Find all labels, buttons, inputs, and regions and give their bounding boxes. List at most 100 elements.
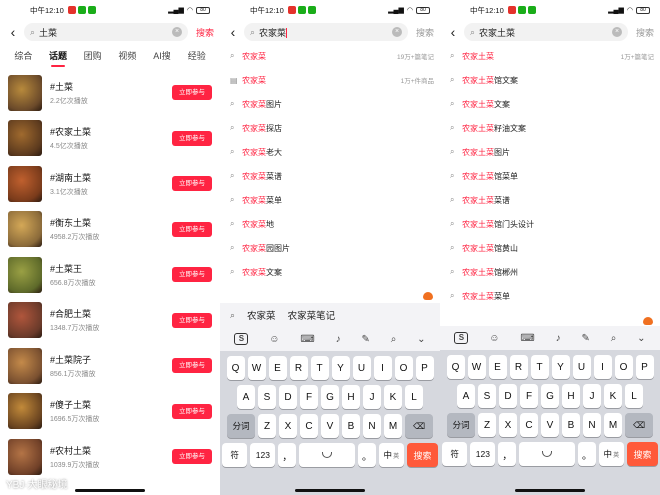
- symbol-key[interactable]: 符: [222, 443, 248, 467]
- suggestion-item[interactable]: ⌕ 农家土菜 文案: [440, 92, 660, 116]
- key-letter[interactable]: W: [467, 355, 486, 379]
- emoji-icon[interactable]: ☺: [269, 334, 279, 345]
- handwriting-icon[interactable]: ✎: [361, 334, 369, 345]
- suggestion-item[interactable]: ⌕ 农家菜 园图片: [220, 236, 440, 260]
- key-letter[interactable]: F: [300, 385, 318, 409]
- comma-key[interactable]: ，: [498, 442, 516, 466]
- segment-key[interactable]: 分词: [227, 414, 255, 438]
- key-letter[interactable]: O: [394, 356, 413, 380]
- emoji-icon[interactable]: ☺: [489, 333, 499, 344]
- key-letter[interactable]: B: [342, 414, 360, 438]
- topic-row[interactable]: #土菜 2.2亿次播放 立即参与: [0, 70, 220, 116]
- key-letter[interactable]: V: [321, 414, 339, 438]
- key-letter[interactable]: Y: [331, 356, 350, 380]
- topic-row[interactable]: #衡东土菜 4958.2万次播放 立即参与: [0, 207, 220, 253]
- handwriting-icon[interactable]: ✎: [581, 333, 589, 344]
- suggestion-item[interactable]: ⌕ 农家土菜 馆文案: [440, 68, 660, 92]
- segment-key[interactable]: 分词: [447, 413, 475, 437]
- key-letter[interactable]: N: [583, 413, 601, 437]
- key-letter[interactable]: S: [478, 384, 496, 408]
- period-key[interactable]: 。: [358, 443, 376, 467]
- suggestion-item[interactable]: ⌕ 农家土菜 馆门头设计: [440, 212, 660, 236]
- key-letter[interactable]: X: [279, 414, 297, 438]
- key-letter[interactable]: Z: [258, 414, 276, 438]
- tab-item[interactable]: 经验: [179, 49, 214, 64]
- suggestion-item[interactable]: ⌕ 农家菜 19万+篇笔记: [220, 44, 440, 68]
- topic-row[interactable]: #土菜院子 856.1万次播放 立即参与: [0, 343, 220, 389]
- join-button[interactable]: 立即参与: [172, 312, 212, 328]
- search-input[interactable]: ⌕ 农家土菜 ×: [464, 23, 628, 41]
- suggestion-item[interactable]: ⌕ 农家土菜 馆郴州: [440, 260, 660, 284]
- candidate-word[interactable]: 农家菜笔记: [288, 308, 336, 322]
- suggestion-item[interactable]: ⌕ 农家菜 文案: [220, 260, 440, 284]
- suggestion-item[interactable]: ⌕ 农家土菜 籽油文案: [440, 116, 660, 140]
- suggestion-item[interactable]: ▤ 农家菜 1万+件商品: [220, 68, 440, 92]
- search-button[interactable]: 搜索: [636, 26, 654, 39]
- key-letter[interactable]: J: [363, 385, 381, 409]
- key-letter[interactable]: R: [509, 355, 528, 379]
- key-letter[interactable]: P: [415, 356, 434, 380]
- topic-row[interactable]: #农村土菜 1039.9万次播放 立即参与: [0, 434, 220, 480]
- suggestion-item[interactable]: ⌕ 农家菜 菜谱: [220, 164, 440, 188]
- space-key[interactable]: [298, 443, 356, 467]
- suggestion-item[interactable]: ⌕ 农家土菜 1万+篇笔记: [440, 44, 660, 68]
- search-icon[interactable]: ⌕: [391, 334, 397, 345]
- keyboard-icon[interactable]: ⌨: [300, 334, 314, 345]
- key-letter[interactable]: G: [321, 385, 339, 409]
- number-key[interactable]: 123: [250, 443, 276, 467]
- key-letter[interactable]: U: [352, 356, 371, 380]
- key-letter[interactable]: O: [614, 355, 633, 379]
- language-switch-key[interactable]: 中英: [598, 442, 624, 466]
- key-letter[interactable]: P: [635, 355, 654, 379]
- key-letter[interactable]: K: [384, 385, 402, 409]
- key-letter[interactable]: Z: [478, 413, 496, 437]
- key-letter[interactable]: I: [373, 356, 392, 380]
- search-query[interactable]: 农家菜: [259, 26, 392, 39]
- collapse-icon[interactable]: ⌄: [637, 333, 645, 344]
- topic-row[interactable]: #土菜王 656.8万次播放 立即参与: [0, 252, 220, 298]
- topic-row[interactable]: #合肥土菜 1348.7万次播放 立即参与: [0, 298, 220, 344]
- search-query[interactable]: 土菜: [39, 26, 172, 39]
- back-arrow-icon[interactable]: ‹: [6, 24, 20, 40]
- key-letter[interactable]: C: [300, 414, 318, 438]
- suggestion-item[interactable]: ⌕ 农家土菜 菜单: [440, 284, 660, 308]
- suggestion-item[interactable]: ⌕ 农家菜 图片: [220, 92, 440, 116]
- comma-key[interactable]: ，: [278, 443, 296, 467]
- key-letter[interactable]: A: [457, 384, 475, 408]
- symbol-key[interactable]: 符: [442, 442, 468, 466]
- space-key[interactable]: [518, 442, 576, 466]
- key-letter[interactable]: F: [520, 384, 538, 408]
- search-input[interactable]: ⌕ 土菜 ×: [24, 23, 188, 41]
- join-button[interactable]: 立即参与: [172, 403, 212, 419]
- tab-item[interactable]: AI搜: [145, 49, 180, 64]
- key-letter[interactable]: C: [520, 413, 538, 437]
- key-letter[interactable]: T: [530, 355, 549, 379]
- key-letter[interactable]: A: [237, 385, 255, 409]
- tab-item[interactable]: 综合: [6, 49, 41, 64]
- back-arrow-icon[interactable]: ‹: [226, 24, 240, 40]
- back-arrow-icon[interactable]: ‹: [446, 24, 460, 40]
- join-button[interactable]: 立即参与: [172, 358, 212, 374]
- join-button[interactable]: 立即参与: [172, 267, 212, 283]
- join-button[interactable]: 立即参与: [172, 176, 212, 192]
- sogou-logo-icon[interactable]: S: [234, 333, 249, 345]
- key-letter[interactable]: M: [384, 414, 402, 438]
- tab-item[interactable]: 视频: [110, 49, 145, 64]
- topic-row[interactable]: #湖南土菜 3.1亿次播放 立即参与: [0, 161, 220, 207]
- key-letter[interactable]: W: [247, 356, 266, 380]
- candidate-word[interactable]: 农家菜: [247, 308, 276, 322]
- key-letter[interactable]: Y: [551, 355, 570, 379]
- suggestion-item[interactable]: ⌕ 农家土菜 馆黄山: [440, 236, 660, 260]
- clear-icon[interactable]: ×: [172, 27, 182, 37]
- key-letter[interactable]: B: [562, 413, 580, 437]
- topic-row[interactable]: #农家土菜 4.5亿次播放 立即参与: [0, 116, 220, 162]
- key-letter[interactable]: E: [488, 355, 507, 379]
- suggestion-item[interactable]: ⌕ 农家菜 菜单: [220, 188, 440, 212]
- search-query[interactable]: 农家土菜: [479, 26, 612, 39]
- tab-item[interactable]: 团购: [75, 49, 110, 64]
- suggestion-item[interactable]: ⌕ 农家土菜 菜谱: [440, 188, 660, 212]
- key-letter[interactable]: S: [258, 385, 276, 409]
- key-letter[interactable]: L: [405, 385, 423, 409]
- backspace-key[interactable]: ⌫: [405, 414, 433, 438]
- key-letter[interactable]: I: [593, 355, 612, 379]
